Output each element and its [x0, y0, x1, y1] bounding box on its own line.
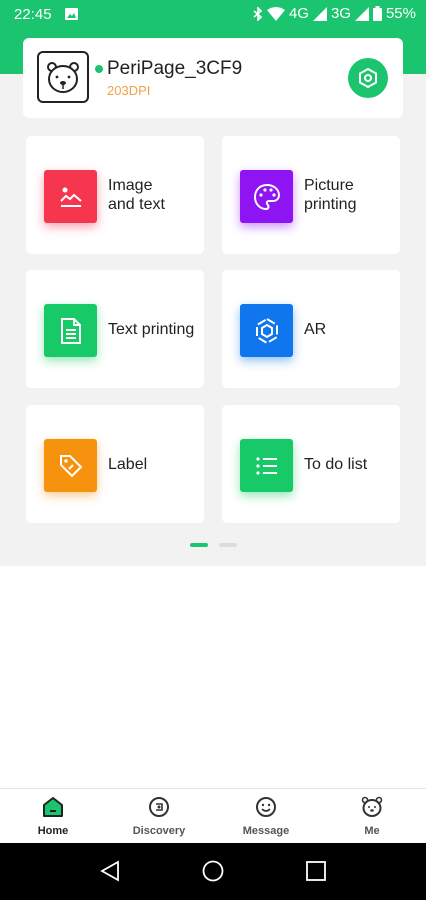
hexagon-settings-icon: [359, 67, 377, 89]
battery-icon: [372, 6, 382, 21]
gallery-notification-icon: [65, 8, 78, 20]
bottom-tab-bar: Home Discovery Message Me: [0, 788, 426, 843]
tag-icon: [59, 454, 82, 477]
checklist-icon-badge: [240, 439, 293, 492]
checklist-icon: [255, 456, 277, 475]
palette-icon-badge: [240, 170, 293, 223]
home-circle-icon[interactable]: [201, 859, 225, 883]
feature-ar[interactable]: AR: [222, 270, 400, 388]
feature-label: Picture printing: [304, 177, 357, 213]
signal-icon: [354, 6, 369, 21]
ar-hexagon-icon: [255, 317, 278, 344]
network-4g-label: 4G: [288, 5, 309, 22]
feature-label: Label: [108, 455, 148, 473]
discovery-icon: [149, 797, 169, 817]
back-icon[interactable]: [98, 859, 122, 883]
ar-icon-badge: [240, 304, 293, 357]
feature-to-do-list[interactable]: To do list: [222, 405, 400, 523]
feature-picture-printing[interactable]: Picture printing: [222, 136, 400, 254]
bluetooth-icon: [253, 6, 263, 21]
tab-me[interactable]: Me: [319, 789, 425, 844]
status-right: 4G 3G 55%: [253, 5, 416, 22]
document-icon: [60, 317, 81, 344]
feature-label: Text printing: [108, 320, 195, 338]
device-settings-button[interactable]: [348, 58, 388, 98]
document-icon-badge: [44, 304, 97, 357]
bear-logo-icon: [47, 62, 79, 93]
smile-icon: [256, 797, 276, 817]
home-icon: [43, 797, 63, 817]
feature-label: AR: [304, 320, 327, 338]
device-card[interactable]: PeriPage_3CF9 203DPI: [23, 38, 403, 118]
printer-avatar: [37, 51, 89, 103]
tag-icon-badge: [44, 439, 97, 492]
feature-label: To do list: [304, 455, 368, 473]
status-time: 22:45: [14, 6, 52, 23]
pager-dot-inactive[interactable]: [219, 543, 237, 547]
device-name: PeriPage_3CF9: [107, 58, 243, 79]
tab-label: Discovery: [132, 825, 186, 837]
feature-label: Image and text: [108, 177, 165, 213]
feature-image-and-text[interactable]: Image and text: [26, 136, 204, 254]
network-3g-label: 3G: [330, 5, 351, 22]
system-nav-bar: [0, 843, 426, 900]
battery-percent: 55%: [385, 5, 416, 22]
tab-label: Me: [364, 825, 380, 837]
feature-text-printing[interactable]: Text printing: [26, 270, 204, 388]
image-icon: [59, 187, 82, 207]
wifi-icon: [266, 6, 285, 21]
online-status-dot: [95, 65, 103, 73]
tab-label: Home: [37, 825, 69, 837]
device-dpi: 203DPI: [107, 83, 151, 98]
pager-dot-active[interactable]: [190, 543, 208, 547]
status-bar: 22:45 4G 3G 55%: [0, 0, 426, 30]
tab-message[interactable]: Message: [213, 789, 319, 844]
palette-icon: [253, 183, 280, 210]
signal-icon: [312, 6, 327, 21]
image-icon-badge: [44, 170, 97, 223]
bear-icon: [361, 796, 383, 817]
tab-label: Message: [242, 825, 290, 837]
recents-icon[interactable]: [304, 859, 328, 883]
tab-home[interactable]: Home: [0, 789, 106, 844]
tab-discovery[interactable]: Discovery: [106, 789, 212, 844]
feature-label-printing[interactable]: Label: [26, 405, 204, 523]
